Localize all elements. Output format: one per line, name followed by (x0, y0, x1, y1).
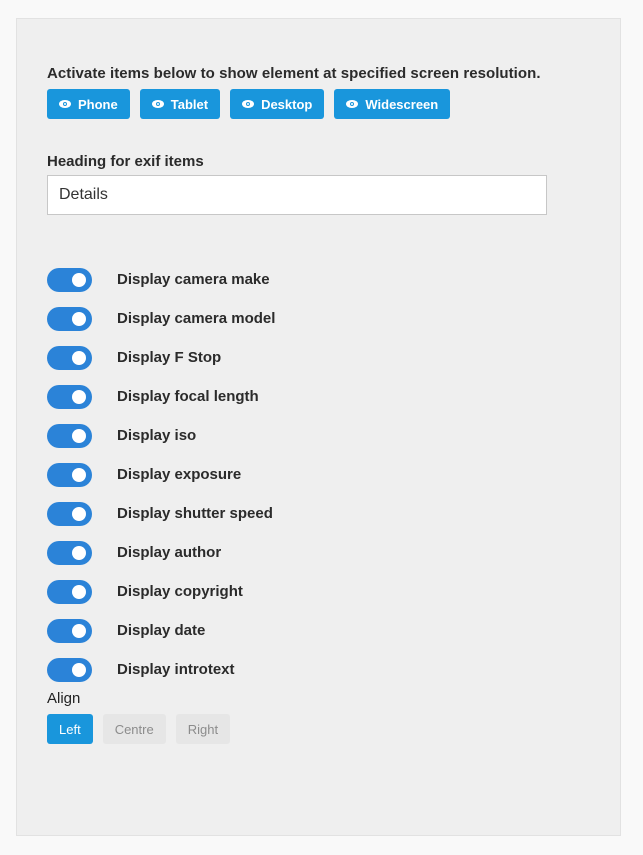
toggle-row-focal-length: Display focal length (47, 377, 275, 416)
toggle-knob (72, 662, 86, 677)
toggle-row-f-stop: Display F Stop (47, 338, 275, 377)
toggle-label: Display author (117, 544, 222, 561)
iso-toggle[interactable] (47, 423, 92, 448)
desktop-button-label: Desktop (261, 96, 313, 112)
toggle-knob (72, 311, 86, 326)
toggle-row-introtext: Display introtext (47, 650, 275, 689)
toggle-label: Display copyright (117, 583, 243, 600)
toggle-label: Display introtext (117, 661, 235, 678)
settings-panel: Activate items below to show element at … (16, 18, 621, 836)
heading-input[interactable] (47, 175, 547, 215)
author-toggle[interactable] (47, 540, 92, 565)
eye-icon (242, 100, 255, 108)
phone-button-label: Phone (78, 96, 118, 112)
toggle-knob (72, 428, 86, 443)
introtext-toggle[interactable] (47, 657, 92, 682)
f-stop-toggle[interactable] (47, 345, 92, 370)
toggle-knob (72, 584, 86, 599)
widescreen-button-label: Widescreen (365, 96, 439, 112)
toggle-list: Display camera make Display camera model… (47, 260, 275, 689)
align-label: Align (47, 690, 81, 707)
toggle-row-date: Display date (47, 611, 275, 650)
toggle-row-iso: Display iso (47, 416, 275, 455)
toggle-knob (72, 623, 86, 638)
device-buttons: Phone Tablet Desktop Widescreen (47, 89, 451, 119)
focal-length-toggle[interactable] (47, 384, 92, 409)
camera-make-toggle[interactable] (47, 267, 92, 292)
toggle-knob (72, 272, 86, 287)
toggle-row-shutter-speed: Display shutter speed (47, 494, 275, 533)
copyright-toggle[interactable] (47, 579, 92, 604)
toggle-label: Display iso (117, 427, 197, 444)
desktop-button[interactable]: Desktop (230, 89, 325, 119)
eye-icon (59, 100, 71, 108)
align-right-button[interactable]: Right (175, 714, 231, 744)
tablet-button[interactable]: Tablet (139, 89, 221, 119)
toggle-knob (72, 506, 86, 521)
toggle-knob (72, 389, 86, 404)
toggle-label: Display F Stop (117, 349, 222, 366)
toggle-row-camera-model: Display camera model (47, 299, 275, 338)
toggle-knob (72, 467, 86, 482)
shutter-speed-toggle[interactable] (47, 501, 92, 526)
device-description: Activate items below to show element at … (47, 65, 541, 82)
tablet-button-label: Tablet (170, 96, 209, 112)
toggle-label: Display shutter speed (117, 505, 273, 522)
toggle-knob (72, 350, 86, 365)
toggle-label: Display camera make (117, 271, 270, 288)
toggle-knob (72, 545, 86, 560)
toggle-label: Display camera model (117, 310, 276, 327)
toggle-row-exposure: Display exposure (47, 455, 275, 494)
heading-field-label: Heading for exif items (47, 153, 204, 170)
toggle-row-author: Display author (47, 533, 275, 572)
toggle-row-copyright: Display copyright (47, 572, 275, 611)
eye-icon (346, 100, 359, 108)
phone-button[interactable]: Phone (47, 89, 130, 119)
exposure-toggle[interactable] (47, 462, 92, 487)
align-centre-button[interactable]: Centre (102, 714, 166, 744)
align-button-group: Left Centre Right (47, 714, 231, 744)
toggle-row-camera-make: Display camera make (47, 260, 275, 299)
align-left-button[interactable]: Left (47, 714, 93, 744)
camera-model-toggle[interactable] (47, 306, 92, 331)
eye-icon (151, 100, 164, 108)
date-toggle[interactable] (47, 618, 92, 643)
widescreen-button[interactable]: Widescreen (334, 89, 451, 119)
toggle-label: Display focal length (117, 388, 259, 405)
toggle-label: Display exposure (117, 466, 242, 483)
toggle-label: Display date (117, 622, 206, 639)
